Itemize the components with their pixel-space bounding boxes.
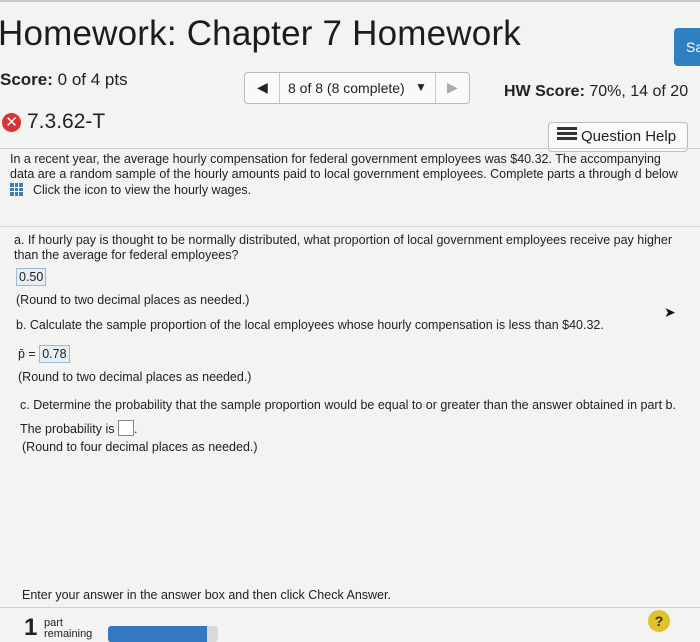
question-position[interactable]: 8 of 8 (8 complete) xyxy=(288,80,405,96)
question-id-text: 7.3.62-T xyxy=(27,110,106,133)
part-b-question: b. Calculate the sample proportion of th… xyxy=(16,318,604,332)
header-divider xyxy=(0,148,700,149)
part-a-question: a. If hourly pay is thought to be normal… xyxy=(14,233,672,263)
part-c-period: . xyxy=(133,422,138,436)
score-value: 0 of 4 pts xyxy=(57,70,128,89)
parts-remaining-label: part remaining xyxy=(44,618,92,640)
score-label: Score: xyxy=(0,70,53,89)
progress-fill xyxy=(108,626,207,642)
part-c-answer-row: The probability is . xyxy=(20,420,137,437)
nav-divider xyxy=(279,73,280,103)
part-a-answer-row: 0.50 xyxy=(16,268,47,286)
question-help-label: Question Help xyxy=(581,128,677,145)
question-intro: In a recent year, the average hourly com… xyxy=(10,152,700,198)
intro-line: data are a random sample of the hourly a… xyxy=(10,167,678,181)
data-link-row[interactable]: Click the icon to view the hourly wages. xyxy=(10,183,700,198)
triangle-right-icon[interactable]: ▶ xyxy=(447,79,458,96)
triangle-left-icon[interactable]: ◀ xyxy=(257,79,268,96)
footer-divider xyxy=(0,607,700,608)
help-icon[interactable]: ? xyxy=(648,610,670,632)
mouse-cursor-icon: ➤ xyxy=(664,304,676,320)
hw-score-label: HW Score: xyxy=(504,83,585,100)
data-link-text[interactable]: Click the icon to view the hourly wages. xyxy=(33,183,251,197)
nav-divider xyxy=(435,73,436,103)
part-a-line: a. If hourly pay is thought to be normal… xyxy=(14,233,673,247)
score: Score: 0 of 4 pts xyxy=(0,70,128,90)
part-b-answer[interactable]: 0.78 xyxy=(39,345,70,363)
part-c-prompt: The probability is xyxy=(20,422,115,436)
page-title: Homework: Chapter 7 Homework xyxy=(0,14,521,53)
intro-divider xyxy=(0,226,700,227)
p-hat-symbol: p̄ = xyxy=(18,347,36,361)
part-b-answer-row: p̄ = 0.78 xyxy=(18,345,70,363)
part-c-answer-input[interactable] xyxy=(117,420,134,436)
question-navigator: ◀ 8 of 8 (8 complete) ▼ ▶ xyxy=(244,72,470,104)
parts-remaining-count: 1 xyxy=(24,614,38,641)
x-circle-icon: ✕ xyxy=(2,113,21,132)
top-border xyxy=(0,0,700,2)
list-icon xyxy=(557,125,577,142)
part-a-note: (Round to two decimal places as needed.) xyxy=(16,293,250,307)
table-icon[interactable] xyxy=(10,183,23,196)
triangle-down-icon[interactable]: ▼ xyxy=(415,80,427,94)
hw-score-value: 70%, 14 of 20 xyxy=(589,83,689,100)
part-a-answer[interactable]: 0.50 xyxy=(16,268,47,286)
answer-instruction: Enter your answer in the answer box and … xyxy=(22,588,391,602)
parts-label-line: remaining xyxy=(44,628,93,640)
progress-bar xyxy=(108,626,218,642)
part-b-note: (Round to two decimal places as needed.) xyxy=(18,370,252,384)
part-c-note: (Round to four decimal places as needed.… xyxy=(22,440,258,454)
part-a-line: than the average for federal employees? xyxy=(14,248,239,262)
part-c-question: c. Determine the probability that the sa… xyxy=(20,398,676,412)
intro-line: In a recent year, the average hourly com… xyxy=(10,152,661,166)
save-button[interactable]: Sa xyxy=(674,28,700,66)
hw-score: HW Score: 70%, 14 of 20 xyxy=(504,83,688,101)
question-id: ✕ 7.3.62-T xyxy=(2,110,105,134)
